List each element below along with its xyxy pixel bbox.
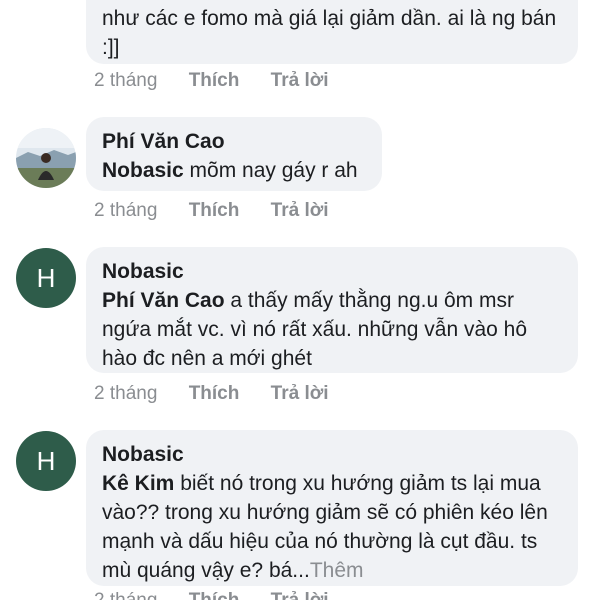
comment-actions: 2 tháng Thích Trả lời xyxy=(94,200,355,222)
comment-time: 2 tháng xyxy=(94,383,158,404)
reply-button[interactable]: Trả lời xyxy=(271,200,329,222)
avatar-initial: H xyxy=(36,262,56,293)
comment-text: mõm nay gáy r ah xyxy=(183,159,358,182)
comment-actions: 2 tháng Thích Trả lời xyxy=(94,590,355,600)
comment-bubble: Nobasic Kê Kim biết nó trong xu hướng gi… xyxy=(86,430,578,586)
comment-time: 2 tháng xyxy=(94,70,158,91)
comment-time: 2 tháng xyxy=(94,200,158,221)
comment-bubble: Nobasic Phí Văn Cao a thấy mấy thằng ng.… xyxy=(86,247,578,373)
reply-button[interactable]: Trả lời xyxy=(271,590,329,600)
mention-tag[interactable]: Phí Văn Cao xyxy=(102,289,225,312)
like-button[interactable]: Thích xyxy=(189,200,240,222)
reply-button[interactable]: Trả lời xyxy=(271,70,329,92)
mention-tag[interactable]: Kê Kim xyxy=(102,472,174,495)
mention-tag[interactable]: Nobasic xyxy=(102,159,184,182)
like-button[interactable]: Thích xyxy=(189,590,240,600)
comment-time: 2 tháng xyxy=(94,590,157,600)
reply-button[interactable]: Trả lời xyxy=(271,383,329,405)
comment-bubble: Phí Văn Cao Nobasic mõm nay gáy r ah xyxy=(86,117,382,191)
comment-actions: 2 tháng Thích Trả lời xyxy=(94,70,355,92)
comment-actions: 2 tháng Thích Trả lời xyxy=(94,383,355,405)
like-button[interactable]: Thích xyxy=(189,383,240,405)
comment-author[interactable]: Phí Văn Cao xyxy=(102,127,366,156)
avatar[interactable]: H xyxy=(16,248,76,308)
see-more-link[interactable]: Thêm xyxy=(310,559,364,582)
like-button[interactable]: Thích xyxy=(189,70,240,92)
avatar[interactable] xyxy=(16,128,76,188)
comment-bubble: như các e fomo mà giá lại giảm dần. ai l… xyxy=(86,0,578,64)
avatar[interactable]: H xyxy=(16,431,76,491)
avatar-initial: H xyxy=(36,445,56,476)
user-photo-icon xyxy=(16,128,76,188)
comment-text: như các e fomo mà giá lại giảm dần. ai l… xyxy=(102,7,557,59)
comment-author[interactable]: Nobasic xyxy=(102,257,562,286)
comment-author[interactable]: Nobasic xyxy=(102,440,562,469)
